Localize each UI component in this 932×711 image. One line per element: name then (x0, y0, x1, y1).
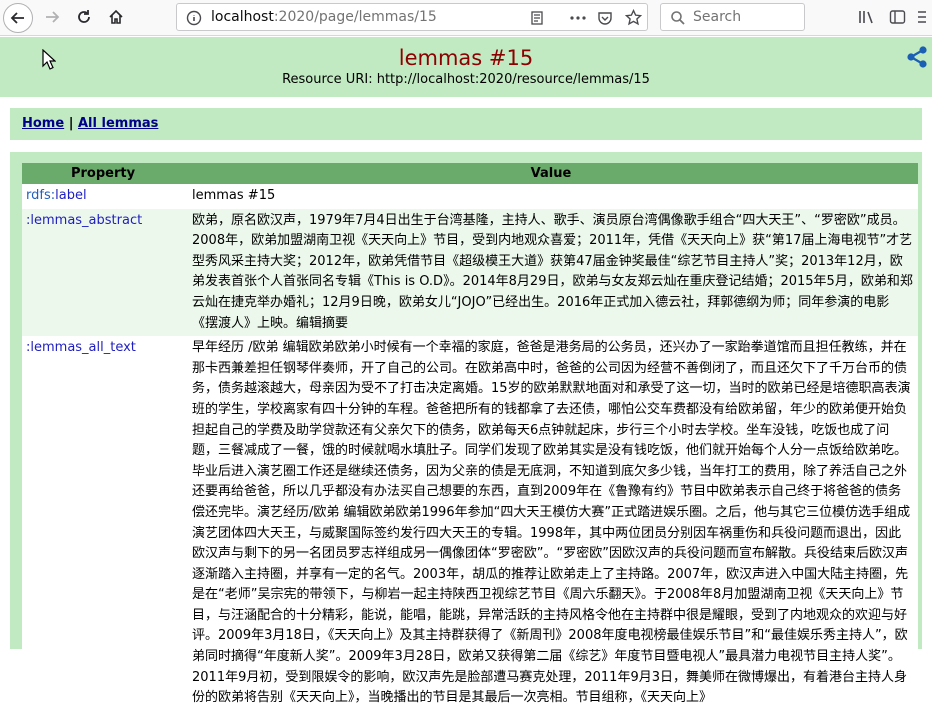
property-link-abstract[interactable]: :lemmas_abstract (26, 213, 142, 228)
property-panel: Property Value rdfs:label lemmas #15 :le… (10, 152, 922, 711)
all-lemmas-link[interactable]: All lemmas (78, 116, 158, 131)
search-box[interactable]: Search (660, 3, 805, 31)
reload-button[interactable] (69, 3, 99, 31)
search-icon (670, 10, 686, 26)
url-bar[interactable]: localhost:2020/page/lemmas/15 (176, 3, 648, 31)
table-row: :lemmas_abstract 欧弟，原名欧汉声，1979年7月4日出生于台湾… (22, 208, 918, 337)
nav-links: Home | All lemmas (22, 116, 158, 131)
property-value: 欧弟，原名欧汉声，1979年7月4日出生于台湾基隆，主持人、歌手、演员原台湾偶像… (184, 208, 918, 337)
table-row: :lemmas_all_text 早年经历 /欧弟 编辑欧弟欧弟小时候有一个幸福… (22, 336, 918, 711)
property-link-all-text[interactable]: :lemmas_all_text (26, 340, 136, 355)
url-path: :2020/page/lemmas/15 (273, 9, 437, 25)
home-button[interactable] (101, 3, 131, 31)
value-header: Value (184, 163, 918, 184)
sidebar-icon[interactable] (889, 9, 906, 25)
pocket-icon[interactable] (597, 10, 613, 26)
home-link[interactable]: Home (22, 116, 64, 131)
back-button[interactable] (3, 3, 33, 33)
property-prefix: rdfs: (26, 188, 56, 203)
arrow-right-icon (46, 11, 60, 23)
forward-button[interactable] (37, 3, 67, 31)
table-row: rdfs:label lemmas #15 (22, 184, 918, 209)
bookmark-star-icon[interactable] (625, 9, 642, 26)
overflow-menu-icon[interactable] (916, 9, 926, 25)
more-actions-icon[interactable] (569, 10, 587, 26)
reload-icon (78, 10, 90, 23)
property-link-label[interactable]: rdfs:label (26, 188, 87, 203)
property-value: lemmas #15 (184, 184, 918, 209)
search-placeholder: Search (693, 9, 742, 25)
nav-separator: | (64, 116, 78, 131)
page-header: lemmas #15 Resource URI: http://localhos… (0, 37, 932, 97)
page-title: lemmas #15 (398, 46, 534, 70)
property-header: Property (22, 163, 184, 184)
share-icon[interactable] (905, 45, 929, 73)
breadcrumb: Home | All lemmas (10, 108, 922, 140)
info-icon[interactable] (186, 10, 202, 26)
property-table: Property Value rdfs:label lemmas #15 :le… (22, 163, 918, 711)
home-icon (109, 9, 123, 24)
arrow-left-icon (10, 12, 24, 24)
property-name: label (55, 188, 87, 203)
browser-toolbar: localhost:2020/page/lemmas/15 Search (0, 0, 932, 36)
url-host: localhost (211, 9, 274, 25)
resource-uri: Resource URI: http://localhost:2020/reso… (282, 72, 650, 87)
property-value: 早年经历 /欧弟 编辑欧弟欧弟小时候有一个幸福的家庭，爸爸是港务局的公务员，还兴… (184, 336, 918, 711)
library-icon[interactable] (858, 9, 876, 25)
reader-view-icon[interactable] (529, 10, 545, 26)
url-text: localhost:2020/page/lemmas/15 (211, 9, 437, 25)
